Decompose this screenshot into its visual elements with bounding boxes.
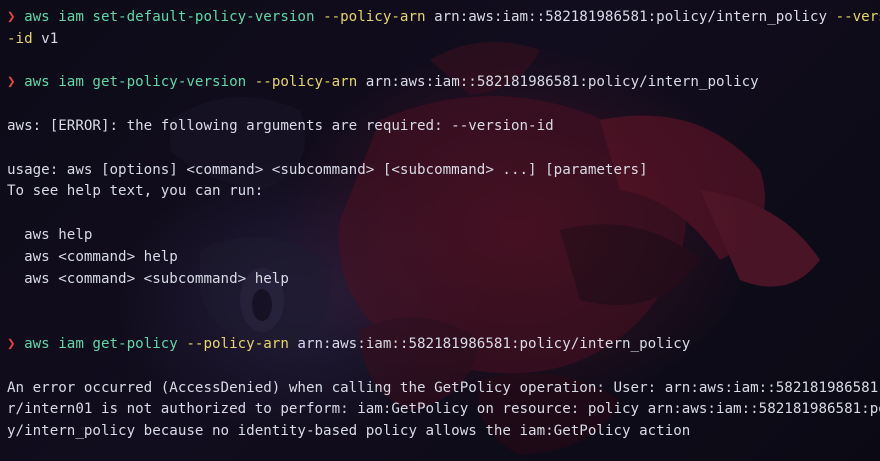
flag-text: -id <box>7 30 33 47</box>
flag-text: --policy-arn <box>186 335 289 352</box>
flag-text: --policy-arn <box>254 74 358 91</box>
output-line: To see help text, you can run: <box>7 183 264 200</box>
argument-text: v1 <box>32 30 59 47</box>
terminal-window[interactable]: ❯ aws iam set-default-policy-version --p… <box>0 0 880 461</box>
prompt-symbol: ❯ <box>7 74 16 91</box>
output-line: aws: [ERROR]: the following arguments ar… <box>7 117 554 134</box>
prompt-symbol: ❯ <box>7 335 16 352</box>
command-line: ❯ aws iam get-policy --policy-arn arn:aw… <box>7 334 876 356</box>
command-continuation: -id v1 <box>7 29 876 51</box>
argument-text <box>315 9 324 25</box>
output-line: r/intern01 is not authorized to perform:… <box>7 401 880 418</box>
command-text: aws iam get-policy-version <box>24 74 247 91</box>
command-line: ❯ aws iam get-policy-version --policy-ar… <box>7 72 876 94</box>
argument-text: arn:aws:iam::582181986581:policy/intern_… <box>357 74 759 91</box>
output-line: aws <command> <subcommand> help <box>7 270 289 287</box>
argument-text: arn:aws:iam::582181986581:policy/intern_… <box>288 335 691 352</box>
flag-text: --policy-arn <box>323 9 426 25</box>
output-line: y/intern_policy because no identity-base… <box>7 423 691 440</box>
prompt-symbol: ❯ <box>7 9 16 25</box>
argument-text: arn:aws:iam::582181986581:policy/intern_… <box>425 9 836 25</box>
argument-text <box>246 74 255 90</box>
command-text: aws iam get-policy <box>24 335 178 352</box>
command-text: aws iam set-default-policy-version <box>24 9 315 25</box>
output-line: aws help <box>7 226 93 243</box>
command-line: ❯ aws iam set-default-policy-version --p… <box>7 7 880 29</box>
terminal-output: ❯ aws iam set-default-policy-version --p… <box>7 7 880 443</box>
output-line: aws <command> help <box>7 248 178 265</box>
flag-text: --version <box>835 9 880 25</box>
output-line: An error occurred (AccessDenied) when ca… <box>7 379 880 396</box>
output-line: usage: aws [options] <command> <subcomma… <box>7 161 648 178</box>
